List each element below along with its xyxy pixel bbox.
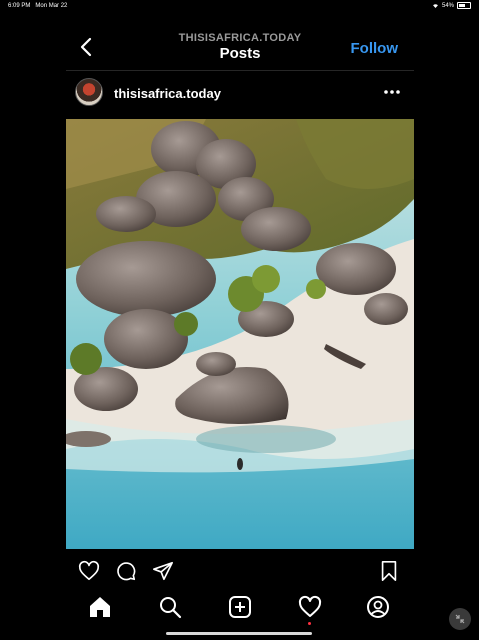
status-date: Mon Mar 22 — [35, 3, 68, 9]
profile-icon[interactable] — [366, 595, 390, 619]
status-time-date: 6:09 PM Mon Mar 22 — [8, 3, 67, 9]
beach-photo — [66, 119, 414, 549]
post-actions — [66, 558, 414, 586]
activity-heart-icon[interactable] — [298, 595, 322, 619]
send-icon[interactable] — [152, 560, 174, 582]
header-divider — [66, 70, 414, 71]
bookmark-icon[interactable] — [378, 560, 400, 582]
post-image[interactable] — [66, 119, 414, 549]
follow-button[interactable]: Follow — [351, 40, 399, 57]
more-horizontal-icon[interactable] — [382, 82, 402, 102]
bottom-tab-bar — [66, 590, 414, 630]
home-icon[interactable] — [88, 595, 112, 619]
post-username[interactable]: thisisafrica.today — [114, 86, 221, 101]
post-header: thisisafrica.today — [66, 78, 414, 110]
heart-icon[interactable] — [78, 560, 100, 582]
battery-percent: 54% — [441, 2, 454, 9]
collapse-arrows-icon — [455, 614, 465, 624]
search-icon[interactable] — [158, 595, 182, 619]
wifi-icon — [433, 4, 438, 8]
add-post-icon[interactable] — [228, 595, 252, 619]
posts-header: THISISAFRICA.TODAY Posts Follow — [66, 30, 414, 70]
status-bar: 6:09 PM Mon Mar 22 54% — [0, 0, 479, 12]
status-right: 54% — [432, 2, 471, 9]
assistive-touch-button[interactable] — [449, 608, 471, 630]
comment-icon[interactable] — [115, 560, 137, 582]
status-time: 6:09 PM — [8, 3, 31, 9]
notification-dot — [308, 622, 311, 625]
battery-icon — [457, 2, 471, 9]
avatar[interactable] — [75, 78, 103, 106]
home-indicator — [166, 632, 312, 635]
